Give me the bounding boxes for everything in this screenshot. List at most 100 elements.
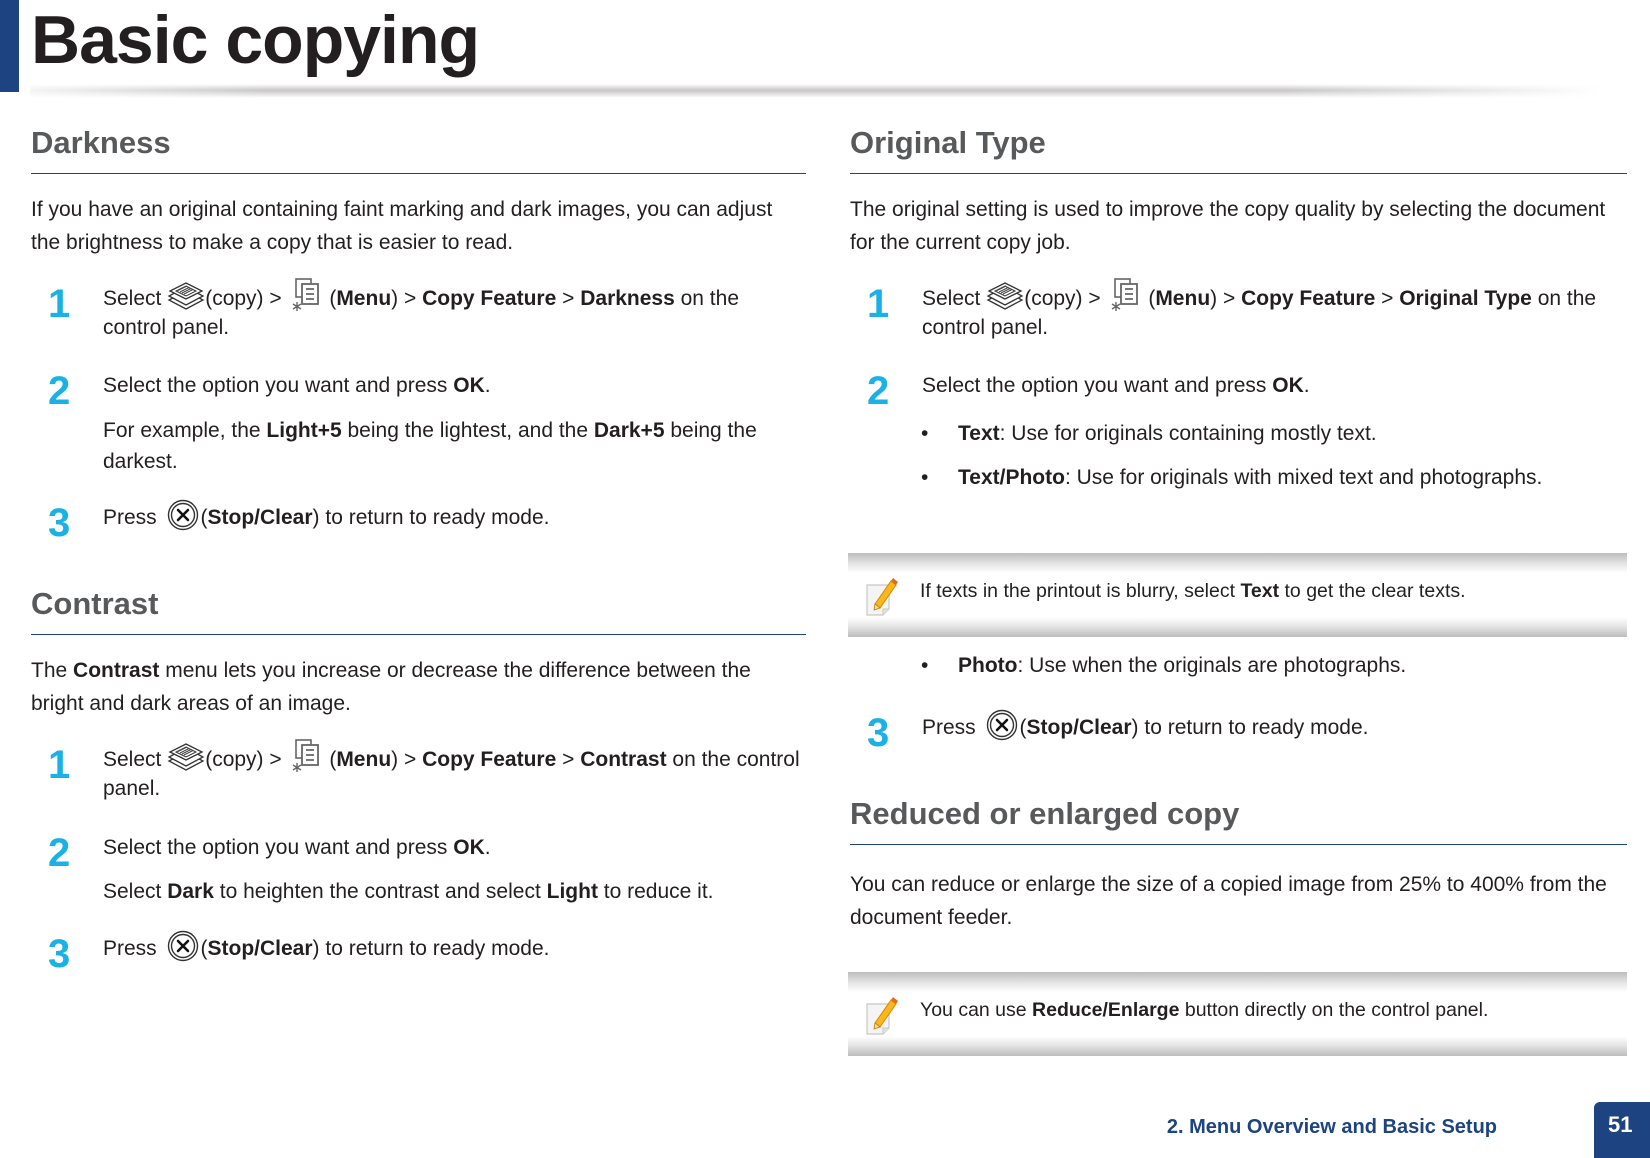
- text: .: [1303, 374, 1310, 397]
- stop-clear-label: Stop/Clear: [207, 937, 313, 960]
- bullet-content: Text/Photo: Use for originals with mixed…: [958, 463, 1542, 493]
- bullet-dot: •: [921, 654, 929, 677]
- step-subtext: Select Dark to heighten the contrast and…: [103, 876, 806, 907]
- note-shade-bottom: [848, 617, 1627, 637]
- section-heading-contrast: Contrast: [31, 584, 806, 635]
- note-pencil-icon: [864, 577, 900, 617]
- ok-label: OK: [453, 836, 485, 859]
- menu-label: Menu: [336, 748, 392, 771]
- stop-clear-icon: [986, 709, 1018, 741]
- copy-icon: [167, 278, 205, 312]
- contrast-label: Contrast: [73, 659, 160, 682]
- title-underline-shadow: [30, 84, 1600, 98]
- text: ) >: [391, 748, 423, 771]
- step-number: 1: [48, 282, 71, 326]
- text: (: [323, 748, 337, 771]
- text: >: [556, 748, 581, 771]
- page-title: Basic copying: [31, 2, 480, 78]
- step-text: Select (copy) > (Menu) > Copy Feature > …: [922, 284, 1627, 342]
- reduce-intro: You can reduce or enlarge the size of a …: [850, 873, 1607, 929]
- dark-5-label: Dark+5: [593, 419, 665, 442]
- note-text: You can use Reduce/Enlarge button direct…: [920, 996, 1488, 1024]
- note-pencil-icon: [864, 996, 900, 1036]
- step-number: 2: [48, 831, 71, 875]
- original-type-label: Original Type: [1399, 287, 1532, 310]
- ok-label: OK: [453, 374, 485, 397]
- note-shade-top: [848, 972, 1627, 992]
- page-number-badge: 51: [1594, 1102, 1650, 1158]
- step-text: Press (Stop/Clear) to return to ready mo…: [103, 503, 806, 532]
- text: .: [484, 836, 491, 859]
- darkness-intro: If you have an original containing faint…: [31, 198, 773, 254]
- light-label: Light: [546, 880, 598, 903]
- bullet-desc: : Use for originals containing mostly te…: [999, 422, 1377, 445]
- text: (: [200, 937, 208, 960]
- bullet-dot: •: [921, 466, 929, 489]
- text: (copy) >: [205, 287, 288, 310]
- text: to heighten the contrast and select: [213, 880, 547, 903]
- bullet-dot: •: [921, 422, 929, 445]
- text: ) >: [1210, 287, 1242, 310]
- text: Press: [103, 937, 163, 960]
- contrast-label: Contrast: [580, 748, 667, 771]
- text: ) to return to ready mode.: [312, 937, 550, 960]
- section-heading-original-type: Original Type: [850, 123, 1627, 174]
- note-shade-bottom: [848, 1036, 1627, 1056]
- text: If texts in the printout is blurry, sele…: [920, 580, 1241, 602]
- bullet-desc: : Use for originals with mixed text and …: [1064, 466, 1543, 489]
- text: Select the option you want and press: [103, 836, 454, 859]
- step-text: Select (copy) > (Menu) > Copy Feature > …: [103, 745, 806, 803]
- note-shade-top: [848, 553, 1627, 573]
- step-text: Press (Stop/Clear) to return to ready mo…: [922, 713, 1627, 742]
- header-accent-bar: [0, 0, 19, 92]
- text: Select: [103, 880, 168, 903]
- step-number: 1: [48, 743, 71, 787]
- step-text: Select the option you want and press OK.: [922, 371, 1627, 400]
- text: >: [556, 287, 581, 310]
- original-type-intro: The original setting is used to improve …: [850, 198, 1606, 254]
- step-number: 1: [867, 282, 890, 326]
- reduce-enlarge-label: Reduce/Enlarge: [1032, 999, 1180, 1021]
- text: Select the option you want and press: [103, 374, 454, 397]
- stop-clear-label: Stop/Clear: [207, 506, 313, 529]
- text: Select: [922, 287, 987, 310]
- copy-feature-label: Copy Feature: [422, 748, 557, 771]
- text: .: [484, 374, 491, 397]
- copy-feature-label: Copy Feature: [422, 287, 557, 310]
- step-text: Select the option you want and press OK.: [103, 371, 806, 400]
- text: button directly on the control panel.: [1179, 999, 1489, 1021]
- note-box-reduce-enlarge: You can use Reduce/Enlarge button direct…: [848, 972, 1627, 1056]
- text: For example, the: [103, 419, 267, 442]
- bullet-label: Text/Photo: [958, 466, 1065, 489]
- text: (: [1142, 287, 1156, 310]
- text: Select the option you want and press: [922, 374, 1273, 397]
- text: (: [200, 506, 208, 529]
- bullet-label: Text: [958, 422, 1000, 445]
- contrast-intro: The Contrast menu lets you increase or d…: [31, 654, 806, 720]
- dark-label: Dark: [167, 880, 214, 903]
- step-number: 2: [48, 369, 71, 413]
- copy-icon: [986, 278, 1024, 312]
- step-subtext: For example, the Light+5 being the light…: [103, 415, 806, 477]
- text: ) to return to ready mode.: [312, 506, 550, 529]
- step-text: Press (Stop/Clear) to return to ready mo…: [103, 934, 806, 963]
- text: being the lightest, and the: [341, 419, 594, 442]
- step-number: 3: [48, 932, 71, 976]
- text: (copy) >: [205, 748, 288, 771]
- menu-label: Menu: [336, 287, 392, 310]
- text: The: [31, 659, 74, 682]
- menu-label: Menu: [1155, 287, 1211, 310]
- copy-feature-label: Copy Feature: [1241, 287, 1376, 310]
- text: ) >: [391, 287, 423, 310]
- text: Select: [103, 748, 168, 771]
- footer-chapter-label: 2. Menu Overview and Basic Setup: [1166, 1116, 1497, 1138]
- menu-icon: [291, 739, 321, 773]
- step-number: 3: [48, 501, 71, 545]
- text: to reduce it.: [597, 880, 714, 903]
- step-text: Select the option you want and press OK.: [103, 833, 806, 862]
- darkness-label: Darkness: [580, 287, 675, 310]
- stop-clear-icon: [167, 930, 199, 962]
- text: Press: [103, 506, 163, 529]
- bullet-label: Photo: [958, 654, 1018, 677]
- step-number: 2: [867, 369, 890, 413]
